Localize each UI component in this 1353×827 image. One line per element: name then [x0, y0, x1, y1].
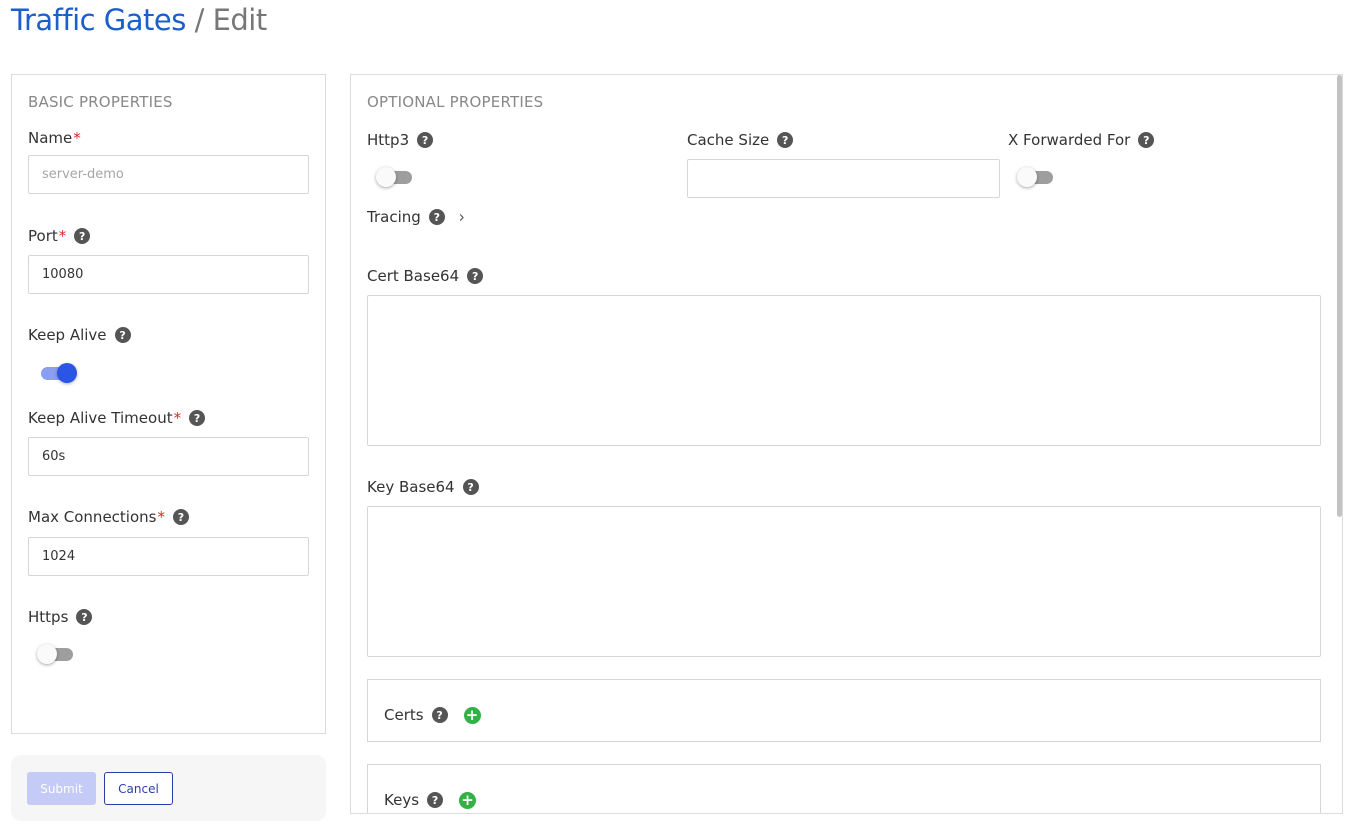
keep-alive-toggle[interactable] [39, 362, 77, 384]
name-label-text: Name [28, 129, 73, 147]
https-label: Https ? [28, 608, 93, 626]
max-connections-label: Max Connections * ? [28, 508, 189, 526]
certs-section: Certs ? + [367, 679, 1321, 742]
keys-label: Keys ? + [384, 791, 477, 809]
key-base64-label: Key Base64 ? [367, 478, 479, 496]
optional-properties-panel[interactable]: OPTIONAL PROPERTIES Http3 ? Cache Size ?… [350, 74, 1343, 814]
https-help-icon[interactable]: ? [76, 609, 93, 625]
keep-alive-help-icon[interactable]: ? [114, 327, 131, 343]
breadcrumb-separator: / [194, 3, 205, 37]
optional-properties-title: OPTIONAL PROPERTIES [367, 93, 544, 111]
submit-button[interactable]: Submit [27, 772, 96, 805]
form-actions: Submit Cancel [11, 755, 326, 821]
chevron-right-icon[interactable]: › [459, 207, 465, 227]
certs-label: Certs ? + [384, 706, 481, 724]
required-marker: * [58, 227, 67, 245]
http3-label-text: Http3 [367, 131, 410, 149]
name-input[interactable] [28, 155, 309, 194]
toggle-knob [1017, 167, 1037, 187]
cancel-button[interactable]: Cancel [104, 772, 173, 805]
required-marker: * [157, 508, 165, 526]
key-base64-help-icon[interactable]: ? [462, 479, 479, 495]
https-label-text: Https [28, 608, 69, 626]
cert-base64-label-text: Cert Base64 [367, 267, 460, 285]
http3-label: Http3 ? [367, 131, 434, 149]
certs-label-text: Certs [384, 706, 424, 724]
scrollbar-thumb[interactable] [1337, 75, 1342, 517]
keep-alive-label-text: Keep Alive [28, 326, 107, 344]
cache-size-help-icon[interactable]: ? [777, 132, 794, 148]
keys-section: Keys ? + [367, 764, 1321, 813]
tracing-label-text: Tracing [367, 208, 421, 226]
keep-alive-label: Keep Alive ? [28, 326, 131, 344]
cert-base64-textarea[interactable] [367, 295, 1321, 446]
http3-help-icon[interactable]: ? [417, 132, 434, 148]
basic-properties-title: BASIC PROPERTIES [28, 93, 173, 111]
max-connections-label-text: Max Connections [28, 508, 157, 526]
port-help-icon[interactable]: ? [74, 228, 91, 244]
x-forwarded-for-toggle[interactable] [1017, 166, 1055, 188]
required-marker: * [73, 129, 81, 147]
key-base64-textarea[interactable] [367, 506, 1321, 657]
keep-alive-timeout-label-text: Keep Alive Timeout [28, 409, 173, 427]
certs-help-icon[interactable]: ? [431, 707, 448, 723]
name-label: Name * [28, 129, 81, 147]
http3-toggle[interactable] [376, 166, 414, 188]
x-forwarded-for-label-text: X Forwarded For [1008, 131, 1131, 149]
x-forwarded-for-help-icon[interactable]: ? [1138, 132, 1155, 148]
https-toggle[interactable] [37, 643, 75, 665]
cache-size-input[interactable] [687, 159, 1000, 198]
cert-base64-help-icon[interactable]: ? [467, 268, 484, 284]
add-cert-icon[interactable]: + [463, 706, 481, 724]
key-base64-label-text: Key Base64 [367, 478, 455, 496]
tracing-toggle-header[interactable]: Tracing ? › [367, 207, 465, 227]
port-label: Port * ? [28, 227, 91, 245]
toggle-knob [57, 363, 77, 383]
keys-help-icon[interactable]: ? [427, 792, 444, 808]
cache-size-label-text: Cache Size [687, 131, 770, 149]
max-connections-input[interactable] [28, 537, 309, 576]
breadcrumb-traffic-gates-link[interactable]: Traffic Gates [11, 3, 186, 37]
keys-label-text: Keys [384, 791, 420, 809]
toggle-knob [376, 167, 396, 187]
page-title: Traffic Gates / Edit [11, 0, 267, 40]
toggle-knob [37, 644, 57, 664]
add-key-icon[interactable]: + [459, 791, 477, 809]
port-label-text: Port [28, 227, 58, 245]
max-connections-help-icon[interactable]: ? [172, 509, 189, 525]
keep-alive-timeout-input[interactable] [28, 437, 309, 476]
cert-base64-label: Cert Base64 ? [367, 267, 484, 285]
breadcrumb-current: Edit [212, 3, 268, 37]
keep-alive-timeout-help-icon[interactable]: ? [189, 410, 206, 426]
basic-properties-panel: BASIC PROPERTIES Name* Port* ? Keep Aliv… [11, 74, 326, 734]
tracing-help-icon[interactable]: ? [428, 209, 445, 225]
cache-size-label: Cache Size ? [687, 131, 794, 149]
x-forwarded-for-label: X Forwarded For ? [1008, 131, 1155, 149]
required-marker: * [173, 409, 182, 427]
keep-alive-timeout-label: Keep Alive Timeout * ? [28, 409, 206, 427]
port-input[interactable] [28, 255, 309, 294]
